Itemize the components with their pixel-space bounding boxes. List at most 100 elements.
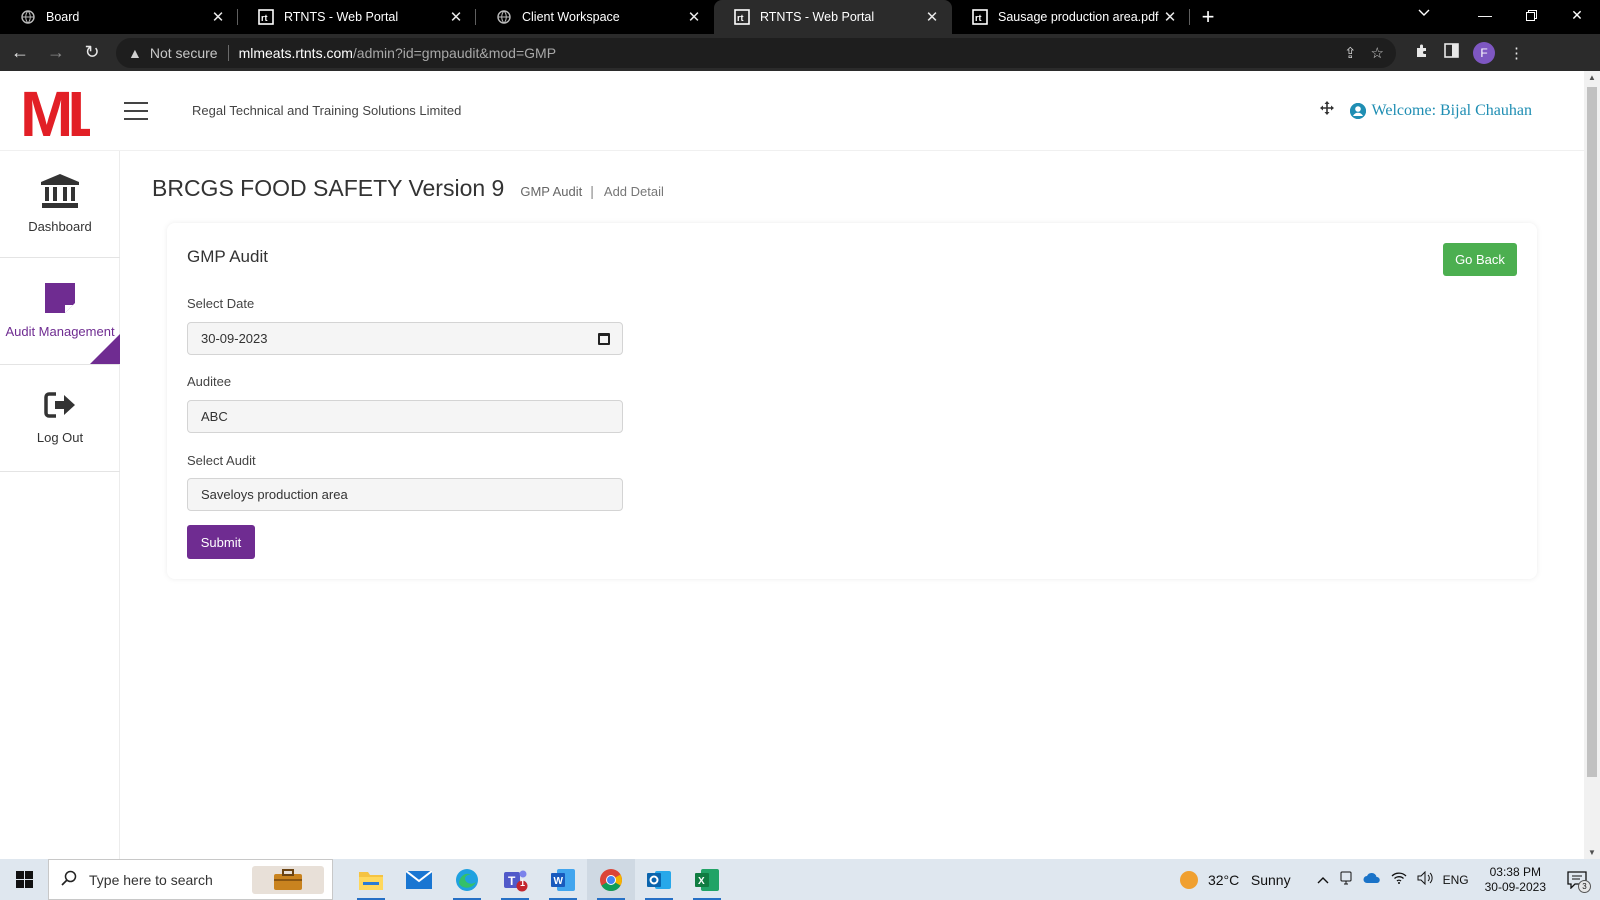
file-explorer-icon[interactable]: [347, 859, 395, 900]
mail-icon[interactable]: [395, 859, 443, 900]
notifications-icon[interactable]: 3: [1564, 867, 1591, 893]
auditee-label: Auditee: [187, 374, 232, 389]
select-date-label: Select Date: [187, 296, 255, 311]
close-icon[interactable]: ✕: [686, 8, 702, 26]
fullscreen-arrows-icon[interactable]: [1319, 101, 1334, 120]
teams-badge: 1: [520, 878, 526, 888]
active-indicator: [90, 334, 120, 364]
weather-temp: 32°C: [1207, 871, 1240, 888]
submit-button[interactable]: Submit: [187, 525, 255, 559]
word-icon[interactable]: W: [539, 859, 587, 900]
edge-browser-icon[interactable]: [443, 859, 491, 900]
svg-text:rt: rt: [975, 13, 982, 23]
tab-board[interactable]: Board ✕: [0, 0, 238, 34]
excel-icon[interactable]: X: [683, 859, 731, 900]
ml-logo[interactable]: ML: [20, 78, 111, 150]
extensions-puzzle-icon[interactable]: [1414, 43, 1430, 63]
meet-now-icon[interactable]: [1339, 871, 1353, 888]
rt-logo-icon: rt: [734, 9, 750, 25]
sidebar-item-dashboard[interactable]: Dashboard: [0, 151, 120, 258]
volume-icon[interactable]: [1417, 870, 1433, 888]
tab-title: Sausage production area.pdf: [998, 10, 1159, 24]
browser-tab-strip: Board ✕ rt RTNTS - Web Portal ✕ Client W…: [0, 0, 1600, 34]
go-back-button[interactable]: Go Back: [1443, 243, 1517, 276]
minimize-icon[interactable]: —: [1462, 0, 1508, 30]
profile-avatar[interactable]: F: [1473, 41, 1495, 64]
address-bar[interactable]: ▲ Not secure mlmeats.rtnts.com /admin?id…: [116, 37, 1396, 68]
close-icon[interactable]: ✕: [448, 8, 464, 26]
warning-triangle-icon[interactable]: ▲: [128, 45, 142, 61]
breadcrumb-gmp-audit[interactable]: GMP Audit: [520, 184, 582, 199]
chevron-up-icon[interactable]: [1317, 873, 1329, 887]
close-icon[interactable]: ✕: [210, 8, 226, 26]
windows-start-icon[interactable]: [0, 859, 48, 900]
svg-text:X: X: [698, 876, 705, 887]
scrollbar-thumb[interactable]: [1587, 87, 1597, 777]
outlook-icon[interactable]: [635, 859, 683, 900]
globe-icon: [20, 9, 36, 25]
weather-desc: Sunny: [1250, 871, 1291, 888]
back-arrow-icon[interactable]: ←: [4, 37, 36, 69]
close-icon[interactable]: ✕: [1162, 8, 1178, 26]
wifi-icon[interactable]: [1391, 872, 1407, 887]
tab-rtnts-portal[interactable]: rt RTNTS - Web Portal ✕: [238, 0, 476, 34]
share-icon[interactable]: ⇪: [1344, 44, 1357, 62]
page-scrollbar[interactable]: ▲ ▼: [1584, 71, 1600, 859]
scroll-down-icon[interactable]: ▼: [1588, 848, 1596, 857]
tab-rtnts-portal-active[interactable]: rt RTNTS - Web Portal ✕: [714, 0, 952, 34]
taskbar-apps: T 1 W X: [347, 859, 731, 900]
window-controls: — ✕: [1462, 0, 1600, 34]
clock[interactable]: 03:38 PM 30-09-2023: [1485, 865, 1546, 895]
reload-icon[interactable]: ↻: [76, 37, 108, 69]
taskbar-search-placeholder: Type here to search: [89, 871, 213, 888]
tab-client-workspace[interactable]: Client Workspace ✕: [476, 0, 714, 34]
system-tray: 32°C Sunny ENG 03:38 PM 30-09-2023 3: [1179, 865, 1600, 895]
search-icon: [61, 870, 77, 889]
rt-logo-icon: rt: [972, 9, 988, 25]
onedrive-cloud-icon[interactable]: [1363, 872, 1381, 887]
svg-text:W: W: [554, 876, 564, 887]
sun-weather-icon[interactable]: [1179, 870, 1198, 889]
weather-widget[interactable]: 32°C Sunny: [1208, 872, 1291, 888]
forward-arrow-icon[interactable]: →: [40, 37, 72, 69]
sidebar-item-audit-management[interactable]: Audit Management: [0, 258, 120, 365]
calendar-icon[interactable]: [598, 332, 610, 345]
tab-search-chevron-icon[interactable]: [1418, 6, 1430, 20]
sign-out-icon: [44, 391, 76, 422]
close-icon[interactable]: ✕: [924, 8, 940, 26]
teams-icon[interactable]: T 1: [491, 859, 539, 900]
welcome-user[interactable]: Welcome: Bijal Chauhan: [1349, 102, 1532, 120]
sidebar-item-label: Dashboard: [28, 219, 92, 234]
tab-title: RTNTS - Web Portal: [760, 10, 875, 24]
close-window-icon[interactable]: ✕: [1554, 0, 1600, 30]
logo-text: ML: [20, 80, 90, 142]
chrome-icon[interactable]: [587, 859, 635, 900]
select-audit-input[interactable]: Saveloys production area: [187, 478, 623, 511]
sidebar: Dashboard Audit Management Log Out: [0, 151, 120, 859]
url-host: mlmeats.rtnts.com: [238, 44, 353, 61]
svg-text:rt: rt: [737, 13, 744, 23]
date-input[interactable]: 30-09-2023: [187, 322, 623, 355]
side-panel-icon[interactable]: [1444, 43, 1459, 62]
note-icon: [45, 283, 75, 316]
rt-logo-icon: rt: [258, 9, 274, 25]
scroll-up-icon[interactable]: ▲: [1588, 73, 1596, 82]
security-status[interactable]: Not secure: [150, 45, 218, 61]
notification-count: 3: [1578, 879, 1591, 893]
briefcase-icon[interactable]: [252, 865, 324, 894]
tab-title: RTNTS - Web Portal: [284, 10, 399, 24]
globe-icon: [496, 9, 512, 25]
bookmark-star-icon[interactable]: ☆: [1371, 44, 1384, 62]
new-tab-plus-icon[interactable]: +: [1190, 0, 1226, 34]
breadcrumb-separator: |: [590, 183, 594, 199]
tab-sausage-pdf[interactable]: rt Sausage production area.pdf ✕: [952, 0, 1190, 34]
windows-taskbar: Type here to search T 1 W X 32°C Sunny E…: [0, 859, 1600, 900]
language-indicator[interactable]: ENG: [1443, 873, 1469, 887]
browser-menu-icon[interactable]: ⋮: [1509, 44, 1524, 62]
hamburger-menu-icon[interactable]: [124, 101, 148, 120]
taskbar-search[interactable]: Type here to search: [48, 859, 333, 900]
sidebar-item-log-out[interactable]: Log Out: [0, 365, 120, 472]
tab-title: Client Workspace: [522, 10, 620, 24]
auditee-input[interactable]: ABC: [187, 400, 623, 433]
restore-icon[interactable]: [1508, 0, 1554, 30]
